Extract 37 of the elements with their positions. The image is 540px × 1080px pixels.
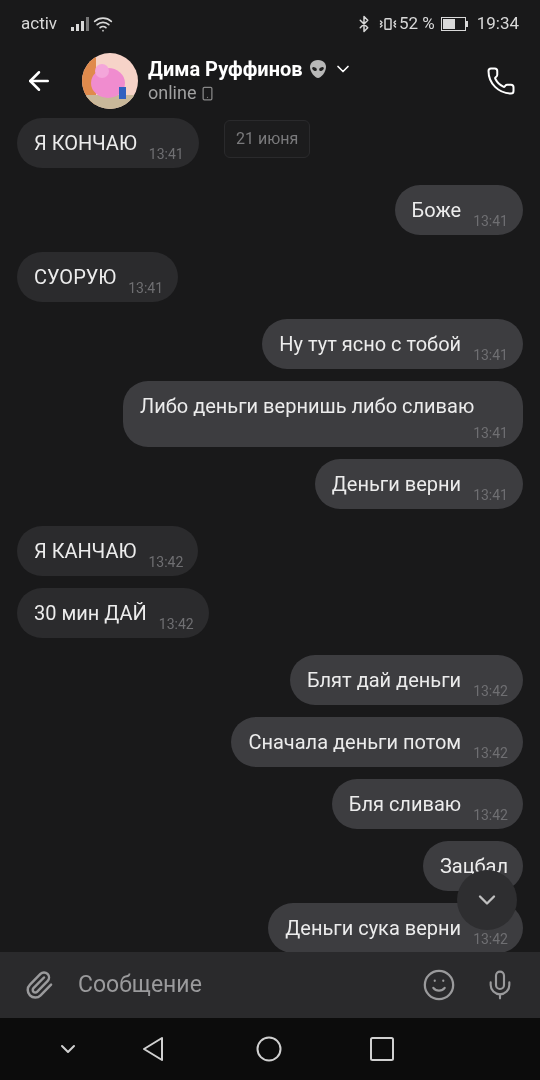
message-input[interactable]: Сообщение: [78, 967, 422, 1003]
attach-button[interactable]: [24, 970, 54, 1000]
contact-avatar[interactable]: [82, 53, 138, 109]
message-text: Деньги сука верни: [285, 915, 462, 941]
back-nav-button[interactable]: [142, 1036, 164, 1062]
alien-icon: [308, 59, 327, 79]
online-status: online: [148, 81, 197, 105]
message-text: Блят дай деньги: [306, 667, 462, 693]
message-text: Боже: [411, 197, 462, 223]
message-text: Я КОНЧАЮ: [34, 130, 137, 156]
message-time: 13:41: [148, 146, 184, 162]
message-text: СУОРУЮ: [34, 264, 117, 290]
message-time: 13:41: [128, 280, 164, 296]
message-text: Я КАНЧАЮ: [34, 538, 137, 564]
message-text: Либо деньги вернишь либо сливаю: [140, 393, 475, 419]
recents-nav-button[interactable]: [370, 1037, 394, 1061]
call-button[interactable]: [486, 66, 516, 96]
battery-icon: [440, 17, 469, 31]
message-time: 13:42: [148, 554, 184, 570]
signal-icon: [71, 17, 90, 31]
emoji-button[interactable]: [422, 968, 456, 1002]
carrier-name: activ: [21, 12, 58, 36]
clock-time: 19:34: [476, 12, 519, 36]
battery-percent: 52 %: [398, 12, 435, 36]
message-time: 13:42: [158, 616, 194, 632]
message-text: Деньги верни: [331, 471, 462, 497]
message-text: Сначала деньги потом: [248, 729, 462, 755]
date-badge: 21 июня: [224, 120, 311, 158]
home-nav-button[interactable]: [256, 1036, 282, 1062]
message-text: Ну тут ясно с тобой: [279, 331, 462, 357]
message-text: 30 мин ДАЙ: [34, 600, 147, 626]
message-text: Бля сливаю: [348, 791, 462, 817]
phone-device-icon: [200, 85, 216, 101]
composer-bar[interactable]: Сообщение: [0, 952, 540, 1018]
wifi-icon: [93, 14, 114, 34]
contact-name: Дима Руффинов: [148, 57, 303, 81]
vibrate-icon: [378, 15, 397, 33]
